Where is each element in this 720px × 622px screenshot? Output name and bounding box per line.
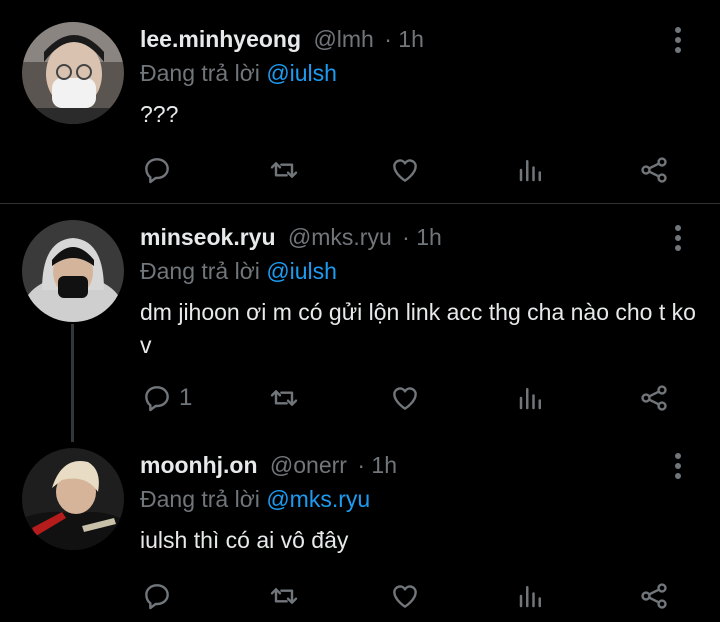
timestamp[interactable]: · 1h [357,452,397,478]
tweet[interactable]: moonhj.on @onerr · 1h Đang trả lời @mks.… [0,444,720,622]
more-icon[interactable] [668,453,688,483]
like-icon [393,585,417,608]
tweet[interactable]: lee.minhyeong @lmh · 1h Đang trả lời @iu… [0,0,720,200]
reply-mention-link[interactable]: @mks.ryu [266,486,370,512]
reply-mention-link[interactable]: @iulsh [266,60,337,86]
avatar[interactable] [22,448,124,550]
more-icon[interactable] [668,225,688,255]
reply-count: 1 [179,384,193,411]
views-icon [519,586,541,608]
reply-icon [145,158,169,184]
retweet-icon [270,588,298,604]
handle[interactable]: @lmh [313,26,373,52]
handle[interactable]: @mks.ryu [288,224,392,250]
views-button[interactable] [516,378,546,418]
reply-icon [145,584,169,610]
reply-prefix: Đang trả lời [140,60,260,86]
tweet-text: ??? [140,101,179,127]
like-icon [393,387,417,410]
reply-mention-link[interactable]: @iulsh [266,258,337,284]
like-button[interactable] [389,378,421,418]
views-icon [519,388,541,410]
like-icon [393,159,417,182]
action-bar [0,576,720,616]
views-button[interactable] [516,576,546,616]
share-icon [641,583,667,609]
share-icon [641,157,667,183]
share-icon [641,385,667,411]
tweet-text: iulsh thì có ai vô đây [140,527,349,553]
share-button[interactable] [638,576,670,616]
more-icon[interactable] [668,27,688,57]
reply-button[interactable] [141,150,179,190]
handle[interactable]: @onerr [270,452,347,478]
retweet-button[interactable] [268,378,300,418]
share-button[interactable] [638,378,670,418]
timestamp[interactable]: · 1h [384,26,424,52]
reply-button[interactable] [141,576,179,616]
share-button[interactable] [638,150,670,190]
retweet-icon [270,390,298,406]
tweet[interactable]: minseok.ryu @mks.ryu · 1h Đang trả lời @… [0,204,720,444]
timestamp[interactable]: · 1h [402,224,442,250]
action-bar: 1 [0,378,720,418]
reply-button[interactable]: 1 [141,378,192,418]
reply-icon [145,386,169,412]
views-button[interactable] [516,150,546,190]
display-name[interactable]: lee.minhyeong [140,26,301,52]
retweet-button[interactable] [268,576,300,616]
like-button[interactable] [389,576,421,616]
views-icon [519,160,541,182]
like-button[interactable] [389,150,421,190]
reply-prefix: Đang trả lời [140,486,260,512]
display-name[interactable]: moonhj.on [140,452,258,478]
retweet-icon [270,162,298,178]
display-name[interactable]: minseok.ryu [140,224,276,250]
reply-prefix: Đang trả lời [140,258,260,284]
avatar[interactable] [22,220,124,322]
avatar[interactable] [22,22,124,124]
action-bar [0,150,720,190]
tweet-text: dm jihoon ơi m có gửi lộn link acc thg c… [140,299,696,358]
retweet-button[interactable] [268,150,300,190]
